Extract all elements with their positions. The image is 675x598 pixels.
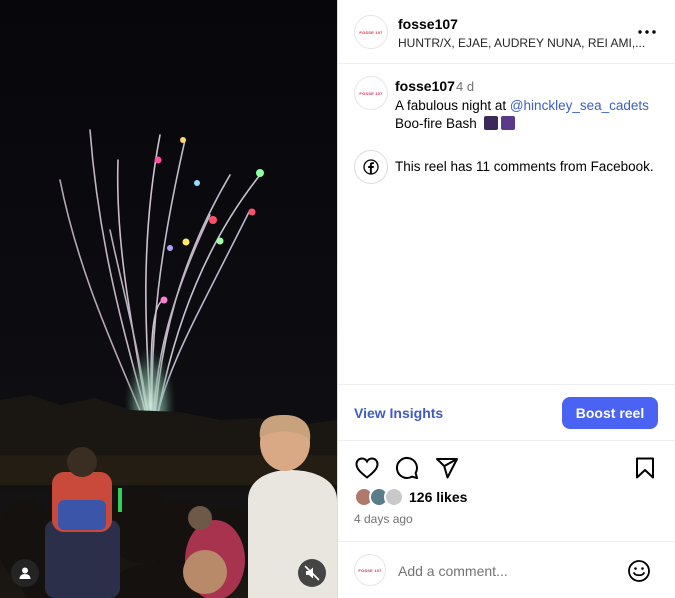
- caption-avatar[interactable]: FOSSE 107: [354, 76, 388, 110]
- comment-icon: [395, 456, 418, 479]
- facebook-icon: [363, 159, 379, 175]
- caption-username[interactable]: fosse107: [395, 78, 455, 94]
- sparkler-emoji-icon: [500, 116, 515, 130]
- share-icon: [436, 458, 458, 479]
- fireworks-image: [0, 0, 337, 598]
- post-details-panel: FOSSE 107 fosse107 HUNTR/X, EJAE, AUDREY…: [337, 0, 675, 598]
- emoji-picker-button[interactable]: [626, 558, 652, 584]
- likes-row: 126 likes: [338, 485, 675, 509]
- facebook-comments-notice: This reel has 11 comments from Facebook.: [338, 150, 675, 184]
- like-button[interactable]: [354, 455, 380, 481]
- posted-date[interactable]: 4 days ago: [354, 512, 413, 526]
- commenter-avatar: FOSSE 107: [354, 554, 386, 586]
- tagged-user-button[interactable]: [11, 559, 39, 587]
- caption-text-end: Boo-fire Bash: [395, 116, 477, 131]
- facebook-icon-circle: [354, 150, 388, 184]
- post-username[interactable]: fosse107: [398, 16, 458, 32]
- likes-count[interactable]: 126 likes: [409, 489, 467, 505]
- more-options-button[interactable]: [636, 22, 658, 42]
- avatar-logo: FOSSE 107: [358, 567, 382, 573]
- muted-speaker-icon: [304, 565, 320, 581]
- jack-o-lantern-emoji-icon: [483, 116, 498, 130]
- facebook-notice-text: This reel has 11 comments from Facebook.: [395, 159, 654, 174]
- more-icon: [638, 30, 656, 34]
- user-icon: [19, 567, 31, 579]
- avatar-logo: FOSSE 107: [359, 90, 383, 96]
- view-insights-link[interactable]: View Insights: [354, 405, 443, 421]
- comment-bar: FOSSE 107: [338, 541, 675, 598]
- avatar[interactable]: FOSSE 107: [354, 15, 388, 49]
- comment-button[interactable]: [394, 455, 420, 481]
- share-button[interactable]: [434, 455, 460, 481]
- smiley-icon: [628, 560, 650, 582]
- audio-attribution[interactable]: HUNTR/X, EJAE, AUDREY NUNA, REI AMI,...: [398, 36, 645, 50]
- liker-avatar[interactable]: [384, 487, 404, 507]
- caption-text-start: A fabulous night at: [395, 98, 510, 113]
- caption-timestamp[interactable]: 4 d: [456, 79, 474, 94]
- boost-reel-button[interactable]: Boost reel: [562, 397, 658, 429]
- post-header: FOSSE 107 fosse107 HUNTR/X, EJAE, AUDREY…: [338, 0, 675, 64]
- mention-link[interactable]: @hinckley_sea_cadets: [510, 98, 649, 113]
- post-actions: [338, 452, 675, 482]
- avatar-logo: FOSSE 107: [359, 29, 383, 35]
- caption-text: A fabulous night at @hinckley_sea_cadets…: [395, 97, 670, 133]
- insights-bar: View Insights Boost reel: [338, 384, 675, 441]
- heart-icon: [355, 457, 379, 479]
- comment-input[interactable]: [398, 560, 618, 582]
- reel-video[interactable]: [0, 0, 337, 598]
- bookmark-icon: [636, 457, 654, 479]
- save-button[interactable]: [632, 455, 658, 481]
- mute-toggle-button[interactable]: [298, 559, 326, 587]
